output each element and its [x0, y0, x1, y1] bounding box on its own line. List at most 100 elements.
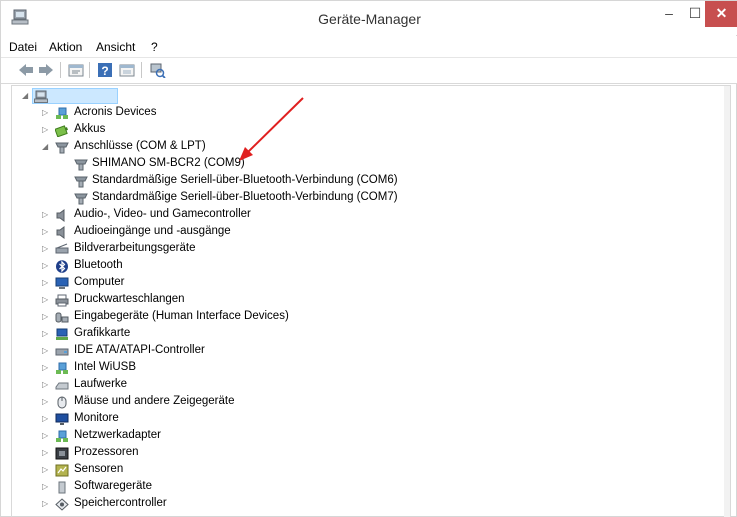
- mouse-icon: [57, 396, 67, 409]
- tree-item-label: IDE ATA/ATAPI-Controller: [74, 344, 205, 356]
- tree-item-label: Prozessoren: [74, 446, 139, 458]
- tree-item-label: Netzwerkadapter: [74, 429, 161, 441]
- sensor-icon: [55, 464, 69, 477]
- tree-item-label: Laufwerke: [74, 378, 128, 390]
- tree-item-processors[interactable]: ▷ Prozessoren: [12, 445, 712, 462]
- tree-item-label: Audio-, Video- und Gamecontroller: [74, 208, 251, 220]
- storage-controller-icon: [55, 498, 69, 511]
- tree-item-label: Monitore: [74, 412, 119, 424]
- scanner-icon: [55, 243, 69, 254]
- speaker-icon: [56, 209, 65, 222]
- expand-arrow-icon[interactable]: ▷: [42, 432, 50, 440]
- tree-item-drives[interactable]: ▷ Laufwerke: [12, 377, 712, 394]
- port-icon: [55, 142, 69, 154]
- tree-item-print-queues[interactable]: ▷ Druckwarteschlangen: [12, 292, 712, 309]
- monitor-icon: [55, 413, 69, 425]
- expand-arrow-icon[interactable]: ▷: [42, 364, 50, 372]
- expand-arrow-icon[interactable]: ▷: [42, 381, 50, 389]
- expand-arrow-icon[interactable]: ▷: [42, 279, 50, 287]
- tree-item-software-devices[interactable]: ▷ Softwaregeräte: [12, 479, 712, 496]
- scan-hardware-icon[interactable]: [148, 62, 166, 78]
- ide-controller-icon: [55, 348, 69, 356]
- forward-icon[interactable]: [37, 62, 55, 78]
- tree-item-bt-serial-com6[interactable]: Standardmäßige Seriell-über-Bluetooth-Ve…: [12, 173, 712, 190]
- display-adapter-icon: [56, 328, 68, 340]
- tree-item-label: Mäuse und andere Zeigegeräte: [74, 395, 235, 407]
- expand-arrow-icon[interactable]: ▷: [42, 330, 50, 338]
- menu-datei[interactable]: Datei: [9, 40, 37, 54]
- tree-item-bluetooth[interactable]: ▷ Bluetooth: [12, 258, 712, 275]
- tree-item-storage-controllers[interactable]: ▷ Speichercontroller: [12, 496, 712, 513]
- expand-arrow-icon[interactable]: ▷: [42, 313, 50, 321]
- processor-icon: [55, 447, 69, 460]
- expand-arrow-icon[interactable]: ▷: [42, 398, 50, 406]
- printer-icon: [55, 294, 69, 307]
- device-manager-window: Geräte-Manager – ☐ ✕ Datei Aktion Ansich…: [0, 0, 737, 517]
- tree-item-audio-video-game[interactable]: ▷ Audio-, Video- und Gamecontroller: [12, 207, 712, 224]
- tree-item-label: Intel WiUSB: [74, 361, 136, 373]
- expand-arrow-icon[interactable]: ▷: [42, 500, 50, 508]
- expand-arrow-icon[interactable]: ▷: [42, 449, 50, 457]
- menu-ansicht[interactable]: Ansicht: [96, 40, 135, 54]
- port-icon: [74, 159, 88, 171]
- expand-arrow-icon[interactable]: ▷: [42, 483, 50, 491]
- tree-item-graphics-card[interactable]: ▷ Grafikkarte: [12, 326, 712, 343]
- expand-arrow-icon[interactable]: ▷: [42, 466, 50, 474]
- expand-arrow-icon[interactable]: ▷: [42, 228, 50, 236]
- computer-icon: [55, 277, 69, 289]
- tree-item-label: Sensoren: [74, 463, 124, 475]
- close-button[interactable]: ✕: [705, 1, 737, 27]
- tree-item-label: Bildverarbeitungsgeräte: [74, 242, 196, 254]
- title-bar[interactable]: Geräte-Manager – ☐ ✕: [1, 1, 737, 35]
- bluetooth-icon: [56, 260, 68, 273]
- tree-item-intel-wiusb[interactable]: ▷ Intel WiUSB: [12, 360, 712, 377]
- collapse-arrow-icon[interactable]: ◢: [42, 143, 50, 151]
- tree-item-computer[interactable]: ▷ Computer: [12, 275, 712, 292]
- network-device-icon: [56, 362, 68, 374]
- expand-arrow-icon[interactable]: ▷: [42, 415, 50, 423]
- tree-item-monitors[interactable]: ▷ Monitore: [12, 411, 712, 428]
- tree-item-label: Softwaregeräte: [74, 480, 152, 492]
- software-device-icon: [58, 481, 66, 494]
- tree-item-imaging[interactable]: ▷ Bildverarbeitungsgeräte: [12, 241, 712, 258]
- tree-item-mice[interactable]: ▷ Mäuse und andere Zeigegeräte: [12, 394, 712, 411]
- menu-help[interactable]: ?: [151, 40, 158, 54]
- expand-arrow-icon[interactable]: ▷: [42, 211, 50, 219]
- tree-item-acronis-devices[interactable]: ▷ Acronis Devices: [12, 105, 712, 122]
- collapse-arrow-icon[interactable]: ◢: [22, 92, 30, 100]
- disk-drive-icon: [55, 382, 69, 390]
- port-icon: [74, 193, 88, 205]
- menu-aktion[interactable]: Aktion: [49, 40, 82, 54]
- help-icon[interactable]: ?: [96, 62, 114, 78]
- expand-arrow-icon[interactable]: ▷: [42, 126, 50, 134]
- speaker-icon: [56, 226, 65, 239]
- tree-item-akkus[interactable]: ▷ Akkus: [12, 122, 712, 139]
- tree-item-bt-serial-com7[interactable]: Standardmäßige Seriell-über-Bluetooth-Ve…: [12, 190, 712, 207]
- tree-item-label: Computer: [74, 276, 125, 288]
- tree-item-audio-io[interactable]: ▷ Audioeingänge und -ausgänge: [12, 224, 712, 241]
- tree-item-label: Standardmäßige Seriell-über-Bluetooth-Ve…: [92, 191, 398, 203]
- properties-icon[interactable]: [67, 62, 85, 78]
- toolbar-separator: [89, 62, 90, 78]
- tree-item-sensors[interactable]: ▷ Sensoren: [12, 462, 712, 479]
- scrollbar[interactable]: [724, 86, 730, 517]
- window-title: Geräte-Manager: [318, 11, 421, 27]
- tree-item-network-adapters[interactable]: ▷ Netzwerkadapter: [12, 428, 712, 445]
- minimize-button[interactable]: –: [655, 1, 683, 27]
- expand-arrow-icon[interactable]: ▷: [42, 296, 50, 304]
- expand-arrow-icon[interactable]: ▷: [42, 347, 50, 355]
- expand-arrow-icon[interactable]: ▷: [42, 262, 50, 270]
- expand-arrow-icon[interactable]: ▷: [42, 245, 50, 253]
- tree-item-hid[interactable]: ▷ Eingabegeräte (Human Interface Devices…: [12, 309, 712, 326]
- hid-icon: [55, 312, 69, 323]
- device-tree[interactable]: ◢ ▷ Acronis Devices ▷ Akkus ◢ Anschlüsse…: [11, 85, 731, 517]
- toolbar-separator: [141, 62, 142, 78]
- back-icon[interactable]: [17, 62, 35, 78]
- tree-item-anschluesse[interactable]: ◢ Anschlüsse (COM & LPT): [12, 139, 712, 156]
- tree-item-ide-ata[interactable]: ▷ IDE ATA/ATAPI-Controller: [12, 343, 712, 360]
- tree-root[interactable]: ◢: [12, 88, 712, 105]
- tree-item-shimano-bcr2[interactable]: SHIMANO SM-BCR2 (COM9): [12, 156, 712, 173]
- show-hidden-icon[interactable]: [118, 62, 136, 78]
- network-device-icon: [56, 107, 68, 119]
- expand-arrow-icon[interactable]: ▷: [42, 109, 50, 117]
